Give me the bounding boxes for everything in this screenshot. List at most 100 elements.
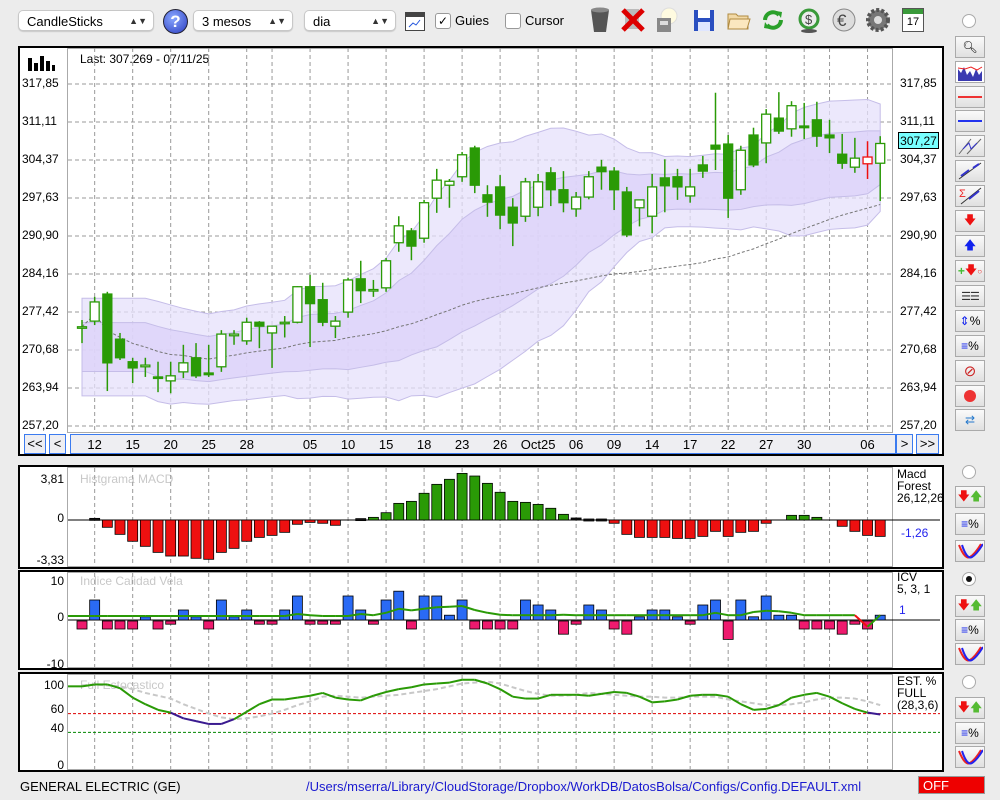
sigma-trend-button[interactable]: Σ xyxy=(955,185,985,207)
macd-crossover-button[interactable] xyxy=(955,540,985,562)
trend-line-icon xyxy=(958,162,982,180)
sell-signal-button[interactable]: 🡇 xyxy=(955,210,985,232)
config-path-link[interactable]: /Users/mserra/Library/CloudStorage/Dropb… xyxy=(306,779,861,794)
price-tick-right: 311,11 xyxy=(900,114,935,128)
svg-text:Σ: Σ xyxy=(959,188,966,200)
date-label: 10 xyxy=(340,437,356,452)
off-toggle-label: OFF xyxy=(923,778,949,793)
off-toggle-button[interactable]: OFF xyxy=(918,776,985,794)
stoch-tick-100: 100 xyxy=(43,678,64,692)
stochastic-lines-percent-button[interactable]: ≡% xyxy=(955,722,985,744)
macd-value: -1,26 xyxy=(901,526,929,540)
cursor-checkbox[interactable] xyxy=(505,13,521,29)
date-label: Oct25 xyxy=(520,437,556,452)
nav-next-button[interactable]: > xyxy=(896,434,913,454)
icv-tick-max: 10 xyxy=(50,574,64,588)
icv-watermark: Indice Calidad Vela xyxy=(80,574,183,588)
icv-indicator-name: ICV 5, 3, 1 xyxy=(897,570,931,596)
blue-line-icon xyxy=(958,120,982,122)
chart-type-select[interactable]: CandleSticks ▲▼ xyxy=(18,10,154,31)
range-percent-button[interactable]: ⇕% xyxy=(955,310,985,332)
price-tick-right: 317,85 xyxy=(900,76,937,90)
help-glyph: ? xyxy=(170,12,181,31)
macd-tick-min: -3,33 xyxy=(36,553,64,567)
interval-select[interactable]: dia ▲▼ xyxy=(304,10,396,31)
chart-line-glyph xyxy=(408,19,421,28)
bar-volume-icon[interactable] xyxy=(27,55,55,71)
calculator-icon[interactable] xyxy=(653,6,681,34)
macd-panel-radio[interactable] xyxy=(962,465,976,479)
period-select[interactable]: 3 mesos ▲▼ xyxy=(193,10,293,31)
icv-crossover-button[interactable] xyxy=(955,643,985,665)
period-value: 3 mesos xyxy=(202,14,252,29)
stochastic-crossover-button[interactable] xyxy=(955,746,985,768)
macd-tick-max: 3,81 xyxy=(40,472,64,486)
guides-checkbox[interactable]: ✓ xyxy=(435,13,451,29)
percent-icon: % xyxy=(968,623,979,637)
price-tick-right: 277,42 xyxy=(900,304,937,318)
nav-prev-button[interactable]: < xyxy=(49,434,66,454)
nav-first-button[interactable]: << xyxy=(24,434,46,454)
stochastic-plot-area[interactable] xyxy=(67,674,893,770)
chart-thumbnail-icon xyxy=(957,66,983,81)
channel-button[interactable] xyxy=(955,135,985,157)
date-label: 30 xyxy=(796,437,812,452)
date-label: 15 xyxy=(378,437,394,452)
icv-panel-radio[interactable] xyxy=(962,572,976,586)
zoom-button[interactable]: 🔍︎ xyxy=(955,36,985,58)
price-tick-right: 284,16 xyxy=(900,266,937,280)
price-tick-left: 277,42 xyxy=(22,304,59,318)
sync-button[interactable]: ⇄ xyxy=(955,409,985,431)
stochastic-panel-radio[interactable] xyxy=(962,675,976,689)
red-horizontal-line-button[interactable] xyxy=(955,86,985,108)
price-tick-right: 257,20 xyxy=(900,418,937,432)
trend-line-button[interactable] xyxy=(955,160,985,182)
date-label: 22 xyxy=(720,437,736,452)
blue-horizontal-line-button[interactable] xyxy=(955,110,985,132)
date-label: 15 xyxy=(125,437,140,452)
gear-icon[interactable] xyxy=(864,6,892,34)
updown-chevron-icon: ▲▼ xyxy=(371,16,389,26)
save-icon[interactable] xyxy=(690,6,718,34)
nav-last-button[interactable]: >> xyxy=(916,434,939,454)
magnifier-icon: 🔍︎ xyxy=(962,40,978,54)
chart-window-icon[interactable] xyxy=(405,12,425,31)
price-tick-right: 297,63 xyxy=(900,190,937,204)
record-button[interactable] xyxy=(955,385,985,407)
macd-signals-button[interactable]: 🡇 🡅 xyxy=(955,486,985,508)
interval-value: dia xyxy=(313,14,331,29)
delete-x-icon[interactable] xyxy=(619,6,647,34)
current-price-value: 307,27 xyxy=(900,134,937,148)
dashed-lines-icon: ☰☰ xyxy=(961,290,980,303)
calendar-icon[interactable]: 17 xyxy=(902,8,924,32)
help-icon[interactable]: ? xyxy=(163,9,188,34)
stochastic-signals-button[interactable]: 🡇 🡅 xyxy=(955,697,985,719)
macd-lines-percent-button[interactable]: ≡% xyxy=(955,513,985,535)
macd-plot-area[interactable] xyxy=(67,467,893,567)
buy-signal-button[interactable]: 🡅 xyxy=(955,235,985,257)
guides-label: Guies xyxy=(455,13,489,28)
price-plot-area[interactable] xyxy=(67,48,893,433)
euro-icon[interactable]: € xyxy=(830,6,858,34)
red-dot-icon xyxy=(964,390,976,402)
red-down-arrow-icon: 🡇 xyxy=(957,488,970,503)
stochastic-indicator-name: EST. % FULL (28,3,6) xyxy=(897,674,939,712)
open-folder-icon[interactable] xyxy=(725,6,753,34)
volume-chart-button[interactable] xyxy=(955,61,985,83)
refresh-icon[interactable] xyxy=(759,6,787,34)
icv-signals-button[interactable]: 🡇 🡅 xyxy=(955,595,985,617)
lines-percent-button[interactable]: ≡% xyxy=(955,335,985,357)
grid-lines-button[interactable]: ☰☰ xyxy=(955,285,985,307)
clear-button[interactable]: ⊘ xyxy=(955,360,985,382)
trash-icon[interactable] xyxy=(586,6,614,34)
instrument-name: GENERAL ELECTRIC (GE) xyxy=(20,779,181,794)
dollar-refresh-icon[interactable]: $ xyxy=(795,6,823,34)
add-signals-button[interactable]: + 🡇 ○ xyxy=(955,260,985,282)
lines-icon: ≡ xyxy=(961,339,969,353)
crossover-icon xyxy=(958,646,983,662)
main-panel-radio[interactable] xyxy=(962,14,976,28)
red-down-arrow-icon: 🡇 xyxy=(963,212,977,227)
price-tick-left: 297,63 xyxy=(22,190,59,204)
icv-plot-area[interactable] xyxy=(67,572,893,668)
icv-lines-percent-button[interactable]: ≡% xyxy=(955,619,985,641)
